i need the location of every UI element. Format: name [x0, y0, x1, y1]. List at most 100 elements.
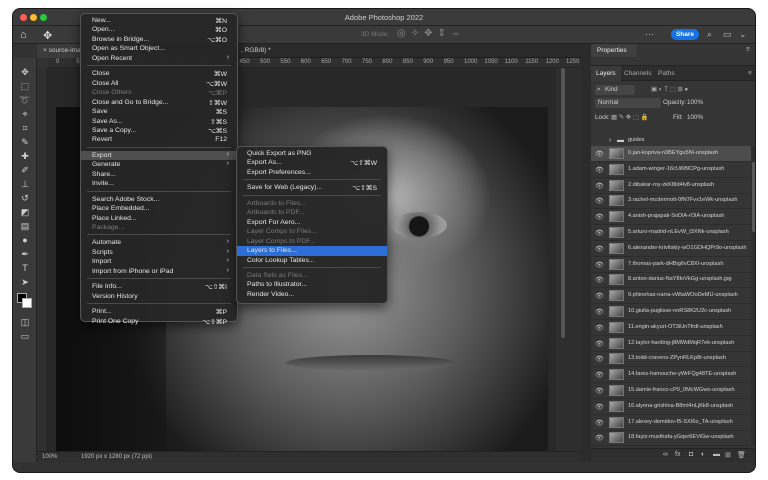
- layer-row[interactable]: 👁 12.taylor-harding-j8MWdMqR7ek-unsplash: [591, 336, 751, 352]
- workspace-icon[interactable]: ▭: [723, 29, 732, 40]
- canvas-scrollbar[interactable]: [556, 68, 581, 451]
- delete-layer-icon[interactable]: 🗑: [737, 451, 746, 459]
- menu-item-save[interactable]: Save ⌘S: [81, 107, 237, 117]
- menu-item-open-recent[interactable]: Open Recent ›: [81, 54, 237, 64]
- visibility-eye-icon[interactable]: 👁: [595, 292, 604, 300]
- history-brush-icon[interactable]: ↺: [19, 192, 31, 204]
- menu-item-version-history[interactable]: Version History: [81, 292, 237, 302]
- move-tool-icon[interactable]: ✥: [43, 29, 52, 42]
- menu-item-print[interactable]: Print... ⌘P: [81, 307, 237, 317]
- menu-item-paths-to-illustrator[interactable]: Paths to Illustrator...: [237, 280, 387, 290]
- menu-item-close-and-go-to-bridge[interactable]: Close and Go to Bridge... ⇧⌘W: [81, 98, 237, 108]
- pen-tool-icon[interactable]: ✒: [19, 248, 31, 260]
- menu-item-automate[interactable]: Automate ›: [81, 238, 237, 248]
- object-select-tool-icon[interactable]: ⌖: [19, 108, 31, 120]
- panel-menu-icon[interactable]: ≡: [743, 66, 755, 81]
- menu-item-browse-in-bridge[interactable]: Browse in Bridge... ⌥⌘O: [81, 35, 237, 45]
- opacity-value[interactable]: 100%: [687, 99, 703, 106]
- visibility-eye-icon[interactable]: 👁: [595, 434, 604, 442]
- layer-list-scrollbar[interactable]: [751, 146, 755, 446]
- dropdown-chevron-icon[interactable]: ⌄: [739, 29, 747, 40]
- layer-row[interactable]: 👁 11.engin-akyurt-OT3iUnTfrdl-unsplash: [591, 320, 751, 336]
- panel-menu-icon[interactable]: ≡: [746, 46, 750, 53]
- more-options-icon[interactable]: ⋯: [645, 29, 654, 40]
- layer-row[interactable]: 👁 16.alyona-grishina-B8mI4nLjKk8-unsplash: [591, 399, 751, 415]
- visibility-eye-icon[interactable]: 👁: [595, 340, 604, 348]
- layer-row[interactable]: 👁 5.arturo-madrid-nLEvW_t3XNk-unsplash: [591, 225, 751, 241]
- gradient-tool-icon[interactable]: ▤: [19, 220, 31, 232]
- layer-filter-icons[interactable]: ▣ ◐ T ⬚ ⊞ ●: [651, 86, 688, 93]
- layer-row[interactable]: 👁 9.phinehas-narra-vWtaWOoDeMU-unsplash: [591, 288, 751, 305]
- marquee-tool-icon[interactable]: ⬚: [19, 80, 31, 92]
- menu-item-place-embedded[interactable]: Place Embedded...: [81, 204, 237, 214]
- menu-item-layers-to-files[interactable]: Layers to Files...: [237, 246, 387, 256]
- home-icon[interactable]: ⌂: [20, 29, 27, 41]
- brush-tool-icon[interactable]: ✐: [19, 164, 31, 176]
- path-select-icon[interactable]: ➤: [19, 276, 31, 288]
- visibility-eye-icon[interactable]: 👁: [595, 403, 604, 411]
- menu-item-import-from-iphone-or-ipad[interactable]: Import from iPhone or iPad ›: [81, 267, 237, 277]
- fx-icon[interactable]: fx: [675, 451, 680, 458]
- crop-tool-icon[interactable]: ⌗: [19, 122, 31, 134]
- menu-item-place-linked[interactable]: Place Linked...: [81, 214, 237, 224]
- visibility-eye-icon[interactable]: 👁: [595, 245, 604, 253]
- 3d-mode-icons[interactable]: ◎✧✥⇕⇔: [397, 28, 466, 39]
- visibility-eye-icon[interactable]: 👁: [595, 387, 604, 395]
- visibility-eye-icon[interactable]: 👁: [595, 324, 604, 332]
- layer-row[interactable]: 👁 17.alexey-demidov-f5-SXI6o_TA-unsplash: [591, 415, 751, 431]
- fill-value[interactable]: 100%: [687, 114, 703, 121]
- menu-item-save-a-copy[interactable]: Save a Copy... ⌥⌘S: [81, 126, 237, 136]
- scrollbar-thumb[interactable]: [752, 162, 755, 232]
- menu-item-open[interactable]: Open... ⌘O: [81, 25, 237, 35]
- layer-row[interactable]: 👁 18.fayiz-musthafa-yGqer6EViGw-unsplash: [591, 430, 751, 446]
- properties-tab[interactable]: Properties: [591, 44, 637, 57]
- menu-item-share[interactable]: Share...: [81, 170, 237, 180]
- visibility-eye-icon[interactable]: 👁: [595, 229, 604, 237]
- menu-item-color-lookup-tables[interactable]: Color Lookup Tables...: [237, 256, 387, 266]
- visibility-eye-icon[interactable]: 👁: [595, 150, 604, 158]
- visibility-eye-icon[interactable]: 👁: [595, 182, 604, 190]
- background-color-swatch[interactable]: [22, 298, 32, 308]
- add-mask-icon[interactable]: ◘: [689, 451, 693, 458]
- visibility-eye-icon[interactable]: 👁: [595, 371, 604, 379]
- visibility-eye-icon[interactable]: 👁: [595, 419, 604, 427]
- menu-item-render-video[interactable]: Render Video...: [237, 290, 387, 300]
- clone-stamp-icon[interactable]: ⊥: [19, 178, 31, 190]
- visibility-eye-icon[interactable]: 👁: [595, 213, 604, 221]
- visibility-eye-icon[interactable]: 👁: [595, 355, 604, 363]
- menu-item-quick-export-as-png[interactable]: Quick Export as PNG: [237, 149, 387, 159]
- zoom-level[interactable]: 100%: [42, 454, 57, 460]
- layer-row[interactable]: 👁 13.todd-cravens-ZPynRLKp8t-unsplash: [591, 351, 751, 368]
- lasso-tool-icon[interactable]: ➰: [19, 94, 31, 106]
- layer-row[interactable]: 👁 0.jan-kopriva-n3BEYgu5Ni-unsplash: [591, 146, 751, 162]
- visibility-eye-icon[interactable]: 👁: [595, 308, 604, 316]
- menu-item-close-all[interactable]: Close All ⌥⌘W: [81, 79, 237, 89]
- menu-item-export[interactable]: Export ›: [81, 150, 237, 161]
- menu-item-save-for-web-legacy[interactable]: Save for Web (Legacy)... ⌥⇧⌘S: [237, 183, 387, 193]
- layer-row[interactable]: 👁 4.anish-prajapati-SnDlA-rOlA-unsplash: [591, 209, 751, 226]
- tab-paths[interactable]: Paths: [653, 66, 680, 81]
- layer-row[interactable]: 👁 6.alexander-krivitskiy-wO1GDHQPr9o-unsp…: [591, 241, 751, 257]
- menu-item-save-as[interactable]: Save As... ⇧⌘S: [81, 117, 237, 127]
- scrollbar-thumb[interactable]: [561, 68, 565, 338]
- menu-item-generate[interactable]: Generate ›: [81, 160, 237, 170]
- menu-item-open-as-smart-object[interactable]: Open as Smart Object...: [81, 44, 237, 54]
- eyedropper-tool-icon[interactable]: ✎: [19, 136, 31, 148]
- chevron-right-icon[interactable]: ›: [609, 137, 611, 144]
- new-layer-icon[interactable]: ⊞: [725, 451, 731, 459]
- eraser-tool-icon[interactable]: ◩: [19, 206, 31, 218]
- menu-item-invite[interactable]: Invite...: [81, 179, 237, 189]
- healing-brush-icon[interactable]: ✚: [19, 150, 31, 162]
- screen-mode-icon[interactable]: ▭: [19, 330, 31, 342]
- menu-item-close[interactable]: Close ⌘W: [81, 69, 237, 79]
- visibility-eye-icon[interactable]: 👁: [595, 197, 604, 205]
- new-group-icon[interactable]: ▬: [713, 451, 720, 458]
- quick-mask-icon[interactable]: ◫: [19, 316, 31, 328]
- doc-tab-partial[interactable]: , RGB/8) *: [235, 44, 277, 58]
- layer-row[interactable]: 👁 15.damie-franco-cP0_0McWGwo-unsplash: [591, 383, 751, 399]
- menu-item-print-one-copy[interactable]: Print One Copy ⌥⇧⌘P: [81, 317, 237, 327]
- visibility-eye-icon[interactable]: 👁: [595, 276, 604, 284]
- search-icon[interactable]: ⌕: [707, 29, 712, 40]
- adjustment-layer-icon[interactable]: ◐: [701, 451, 705, 458]
- layer-row[interactable]: 👁 7.thomas-park-dHBig6vC8XI-unsplash: [591, 257, 751, 273]
